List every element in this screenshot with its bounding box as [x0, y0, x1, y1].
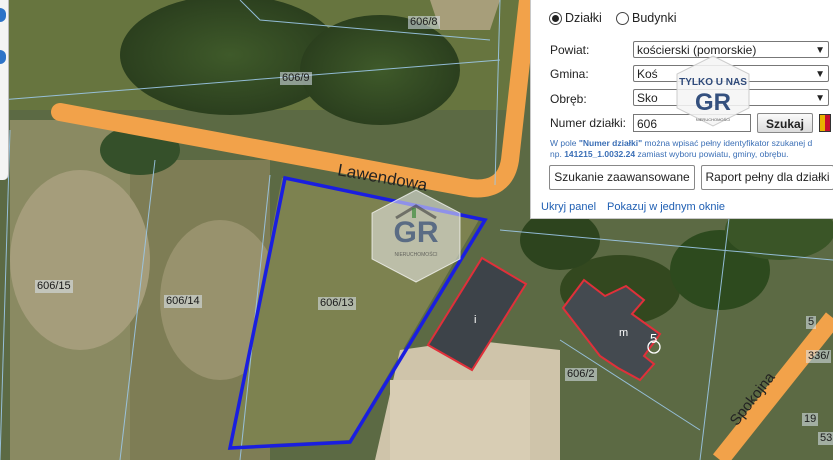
hint-text: W pole "Numer działki" można wpisać pełn…: [550, 138, 833, 160]
watermark-badge-subtitle: NIERUCHOMOŚCI: [695, 117, 731, 122]
chevron-down-icon: ▼: [815, 93, 825, 104]
precinct-value: Sko: [637, 91, 658, 105]
watermark-subtitle: NIERUCHOMOŚCI: [394, 252, 438, 258]
single-window-link[interactable]: Pokazuj w jednym oknie: [607, 201, 725, 213]
watermark-logo-text: GR: [393, 216, 439, 249]
parcel-label: 336/: [806, 350, 832, 363]
radio-buildings[interactable]: Budynki: [616, 11, 676, 25]
county-label: Powiat:: [550, 43, 590, 57]
parcel-label: 53: [818, 432, 833, 445]
hint-text-part: W pole: [550, 138, 579, 148]
zoom-marker-icon[interactable]: [0, 8, 6, 22]
watermark-badge: TYLKO U NAS GR NIERUCHOMOŚCI: [675, 55, 751, 127]
hint-text-bold: "Numer działki": [578, 138, 643, 148]
hint-text-part: można wpisać pełny identyfikator szukane…: [642, 138, 813, 148]
watermark-logo: GR NIERUCHOMOŚCI: [368, 188, 464, 284]
commune-value: Koś: [637, 67, 658, 81]
commune-label: Gmina:: [550, 67, 589, 81]
hint-text-part: zamiast wyboru powiatu, gminy, obrębu.: [635, 149, 789, 159]
radio-parcels-label: Działki: [565, 11, 602, 25]
chevron-down-icon: ▼: [815, 45, 825, 56]
parcel-label: 606/15: [35, 280, 73, 293]
parcel-label: 606/13: [318, 297, 356, 310]
precinct-label: Obręb:: [550, 92, 587, 106]
radio-parcels[interactable]: Działki: [549, 11, 602, 25]
zoom-marker-icon[interactable]: [0, 50, 6, 64]
hint-text-part: np.: [550, 149, 565, 159]
parcel-label: 606/14: [164, 295, 202, 308]
search-button[interactable]: Szukaj: [757, 113, 813, 133]
parcel-number-label: Numer działki:: [550, 116, 627, 130]
watermark-badge-logo: GR: [695, 89, 731, 116]
parcel-label: 19: [802, 413, 819, 426]
full-report-button[interactable]: Raport pełny dla działki: [701, 165, 833, 190]
radio-unselected-icon[interactable]: [616, 11, 629, 25]
color-swatch-icon[interactable]: [819, 114, 831, 132]
parcel-label: 606/2: [565, 368, 597, 381]
parcel-label: 606/8: [408, 16, 440, 29]
radio-selected-icon[interactable]: [549, 11, 562, 25]
map-left-control[interactable]: [0, 0, 9, 180]
advanced-search-button[interactable]: Szukanie zaawansowane: [549, 165, 695, 190]
radio-buildings-label: Budynki: [632, 11, 677, 25]
hint-text-bold: 141215_1.0032.24: [564, 149, 636, 159]
watermark-tagline: TYLKO U NAS: [679, 77, 747, 88]
parcel-label: 5: [806, 316, 817, 329]
address-number: 5: [650, 331, 658, 346]
hide-panel-link[interactable]: Ukryj panel: [541, 201, 596, 213]
building-letter: i: [474, 314, 477, 326]
parcel-label: 606/9: [280, 72, 312, 85]
chevron-down-icon: ▼: [815, 69, 825, 80]
building-letter: m: [619, 327, 629, 339]
